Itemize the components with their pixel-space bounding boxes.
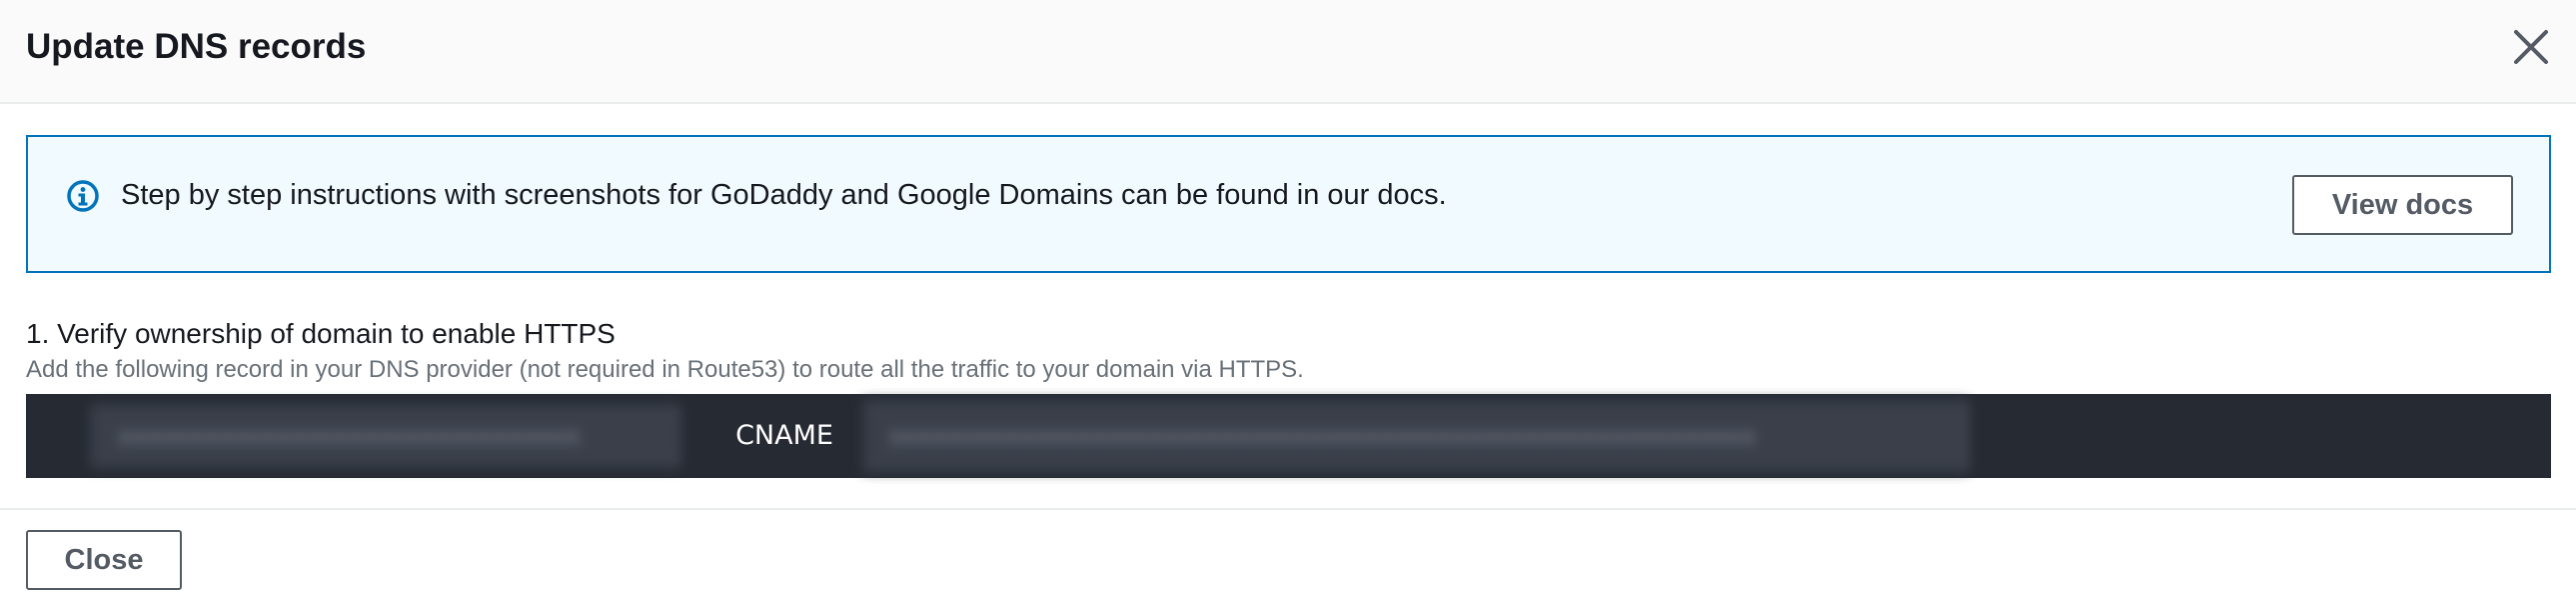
info-icon (66, 179, 100, 213)
info-alert: Step by step instructions with screensho… (26, 135, 2551, 273)
close-icon[interactable] (2510, 26, 2552, 68)
info-alert-text: Step by step instructions with screensho… (121, 179, 1447, 211)
record-type: CNAME (735, 420, 833, 451)
record-value-redacted[interactable]: xxxxxxxxxxxxxxxxxxxxxxxxxxxxxxxxxxxxxxxx… (863, 400, 1968, 472)
dns-record-row: xxxxxxxxxxxxxxxxxxxxxxxxxxxxxxxx CNAME x… (26, 394, 2551, 478)
update-dns-records-modal: Update DNS records Step by step instruct… (0, 0, 2576, 602)
modal-footer: Close (0, 508, 2576, 602)
step1-heading: 1. Verify ownership of domain to enable … (26, 318, 616, 349)
view-docs-button[interactable]: View docs (2292, 175, 2513, 235)
step1-description: Add the following record in your DNS pro… (26, 356, 1304, 383)
record-name-redacted[interactable]: xxxxxxxxxxxxxxxxxxxxxxxxxxxxxxxx (90, 404, 679, 468)
modal-title: Update DNS records (26, 27, 367, 66)
close-button[interactable]: Close (26, 530, 182, 590)
modal-header: Update DNS records (0, 0, 2576, 104)
